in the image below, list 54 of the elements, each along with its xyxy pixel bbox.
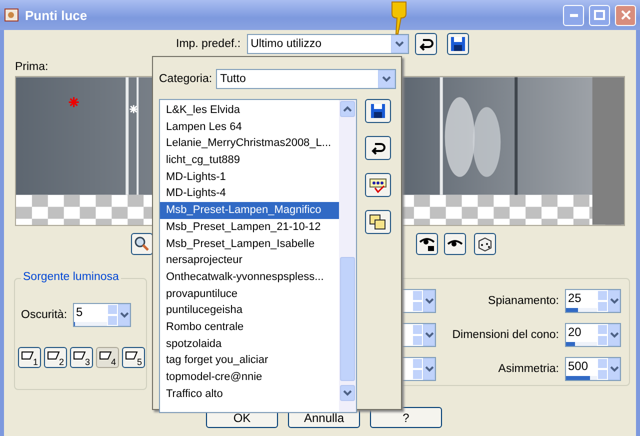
window-title: Punti luce — [25, 8, 88, 22]
maximize-icon — [594, 10, 605, 20]
darkness-label: Oscurità: — [21, 309, 68, 321]
reset-button[interactable] — [414, 33, 437, 55]
chevron-down-icon — [610, 366, 618, 372]
number-field[interactable]: 5 — [73, 303, 132, 327]
chevron-down-icon — [610, 298, 618, 304]
preview-label: Prima: — [15, 61, 48, 73]
group-title: Sorgente luminosa — [21, 271, 121, 283]
eye-button[interactable] — [444, 233, 466, 255]
setting-label: Spianamento: — [488, 295, 559, 307]
light-preset-button[interactable]: 5 — [122, 347, 145, 368]
save-button[interactable] — [446, 33, 469, 55]
undo-arrow-icon — [418, 37, 434, 51]
preset-item[interactable]: Traffico alto — [160, 386, 339, 402]
light-preset-button[interactable]: 1 — [18, 347, 41, 368]
random-button[interactable] — [474, 233, 496, 255]
preset-item[interactable]: tag forget you_aliciar — [160, 352, 339, 369]
minimize-icon — [570, 14, 578, 16]
chevron-down-icon — [610, 332, 618, 338]
preset-item[interactable]: topmodel-cre@nnie — [160, 369, 339, 386]
chevron-down-icon — [394, 41, 404, 47]
number-field[interactable]: 25 — [565, 289, 621, 313]
chevron-down-icon — [120, 312, 129, 318]
light-preset-button[interactable]: 3 — [70, 347, 93, 368]
preset-item[interactable]: spotzolaida — [160, 336, 339, 352]
dialog-button[interactable]: ? — [370, 407, 442, 428]
zoom-icon — [134, 236, 150, 252]
preset-item[interactable]: Msb_Preset_Lampen_Isabelle — [160, 236, 339, 252]
chevron-down-icon — [424, 332, 434, 338]
setting-label: Dimensioni del cono: — [452, 329, 559, 341]
chevron-down-icon — [424, 366, 434, 372]
dice-icon — [477, 236, 493, 252]
chevron-down-icon — [343, 390, 352, 396]
eye-lock-button[interactable] — [416, 233, 438, 255]
chevron-down-icon — [424, 298, 434, 304]
setting-label: Asimmetria: — [498, 363, 559, 375]
save-icon — [450, 36, 466, 52]
light-preset-button[interactable]: 4 — [96, 347, 119, 368]
close-button[interactable] — [615, 4, 636, 26]
preset-dropdown[interactable]: Ultimo utilizzo — [246, 34, 409, 54]
eye-lock-icon — [418, 236, 436, 252]
preset-label: Imp. predef.: — [176, 38, 241, 50]
preset-item[interactable]: Rombo centrale — [160, 318, 339, 336]
preset-item[interactable]: puntilucegeisha — [160, 302, 339, 319]
number-field[interactable]: 500 — [565, 357, 621, 381]
close-icon — [620, 10, 630, 20]
preset-item[interactable]: provapuntiluce — [160, 286, 339, 302]
light-preset-button[interactable]: 2 — [44, 347, 67, 368]
preset-item[interactable]: Onthecatwalk-yvonnespspless... — [160, 268, 339, 286]
number-field[interactable]: 20 — [565, 323, 621, 347]
app-icon — [4, 7, 20, 23]
preset-item[interactable]: nersaprojecteur — [160, 252, 339, 269]
zoom-button[interactable] — [131, 233, 153, 255]
